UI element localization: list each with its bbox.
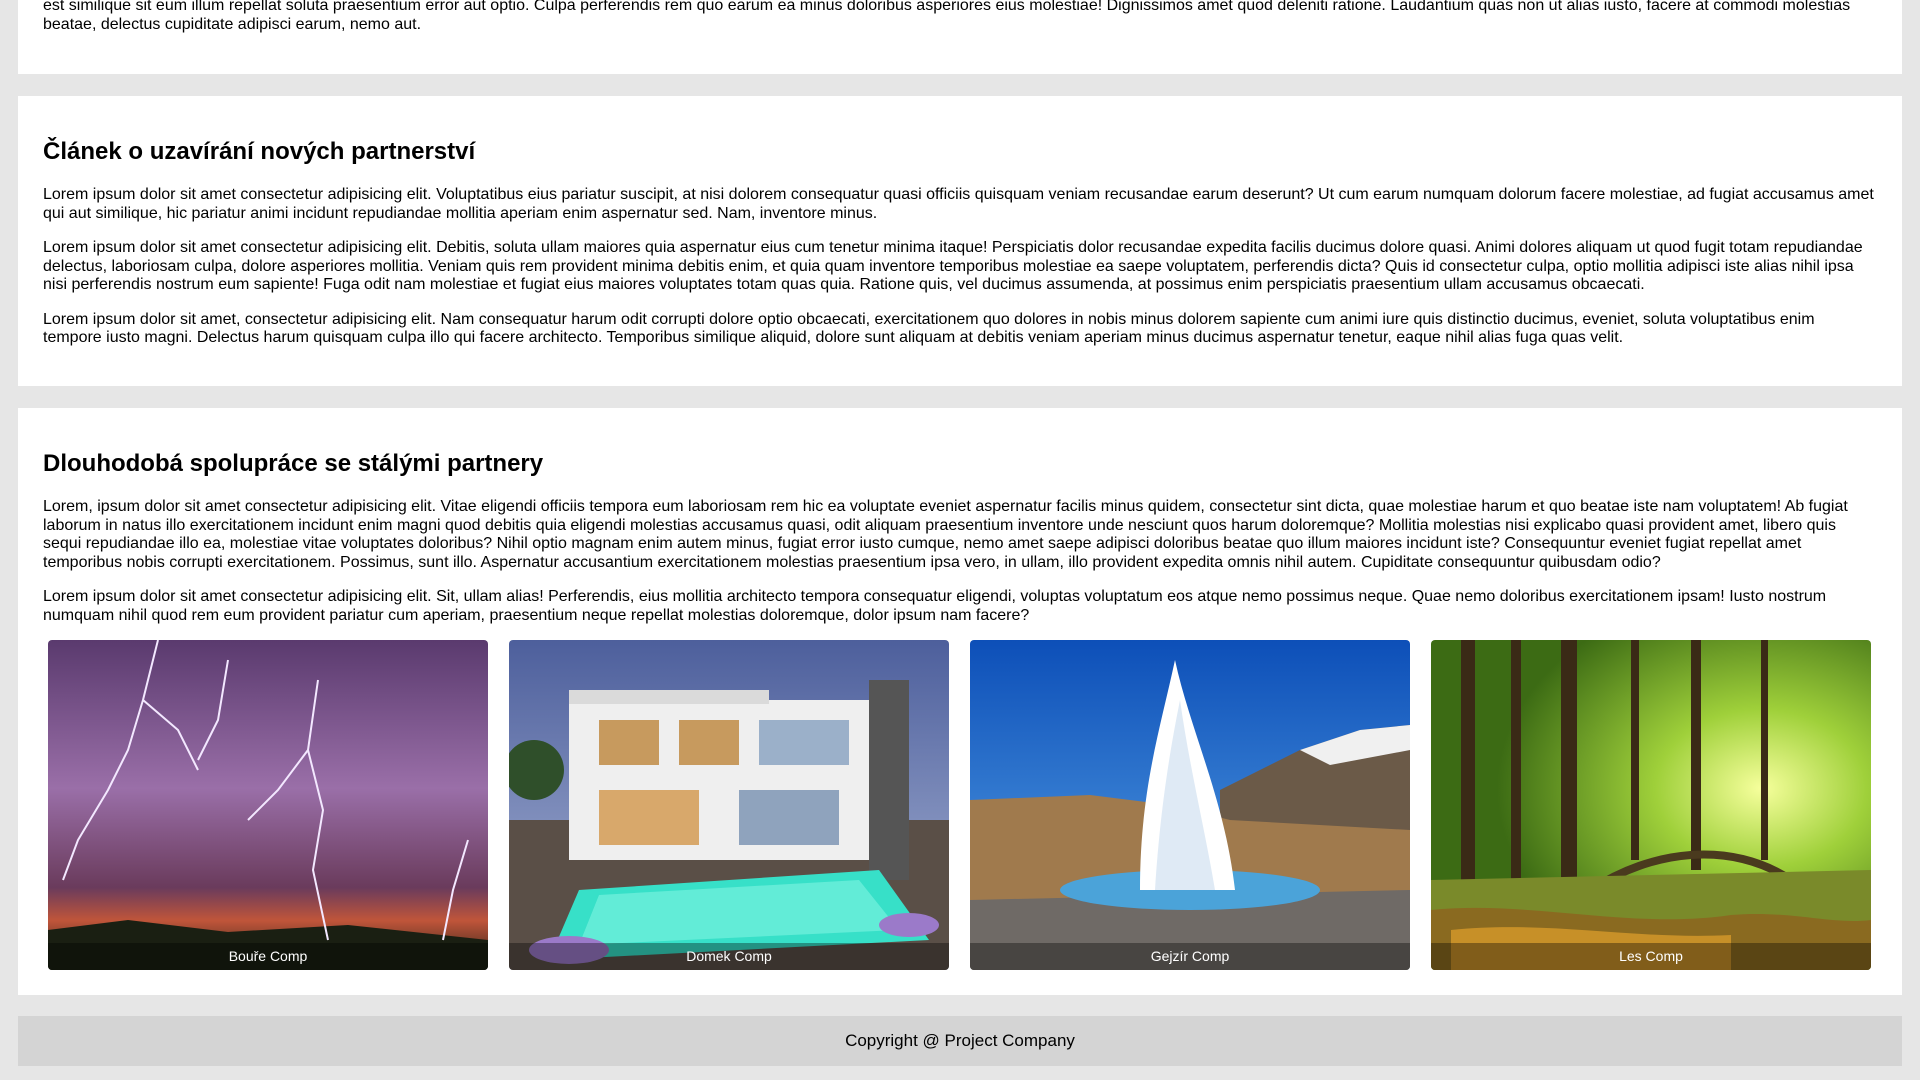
lightning-storm-image <box>48 640 488 970</box>
modern-house-image <box>509 640 949 970</box>
footer: Copyright @ Project Company <box>18 1016 1902 1066</box>
copyright-text: Copyright @ Project Company <box>845 1031 1075 1050</box>
article-partnerships: Článek o uzavírání nových partnerství Lo… <box>18 96 1902 386</box>
gallery-item-geyser[interactable]: Gejzír Comp <box>970 640 1410 970</box>
article-title: Dlouhodobá spolupráce se stálými partner… <box>43 450 544 477</box>
article-paragraph: Lorem ipsum dolor sit amet, consectetur … <box>43 310 1815 347</box>
article-title: Článek o uzavírání nových partnerství <box>43 138 476 165</box>
gallery-item-house[interactable]: Domek Comp <box>509 640 949 970</box>
top-paragraph: est similique sit eum illum repellat sol… <box>43 0 1851 33</box>
gallery-caption: Gejzír Comp <box>970 943 1410 970</box>
geyser-image <box>970 640 1410 970</box>
gallery-caption: Les Comp <box>1431 943 1871 970</box>
article-paragraph: Lorem, ipsum dolor sit amet consectetur … <box>43 498 1848 571</box>
article-long-term-cooperation: Dlouhodobá spolupráce se stálými partner… <box>18 408 1902 995</box>
gallery-caption: Domek Comp <box>509 943 949 970</box>
gallery-caption: Bouře Comp <box>48 943 488 970</box>
image-gallery: Bouře Comp Domek Comp Gejzír Comp Les Co… <box>48 640 1871 970</box>
article-paragraph: Lorem ipsum dolor sit amet consectetur a… <box>43 239 1863 293</box>
gallery-item-storm[interactable]: Bouře Comp <box>48 640 488 970</box>
article-paragraph: Lorem ipsum dolor sit amet consectetur a… <box>43 186 1874 222</box>
article-paragraph: Lorem ipsum dolor sit amet consectetur a… <box>43 588 1827 624</box>
gallery-item-forest[interactable]: Les Comp <box>1431 640 1871 970</box>
top-section: est similique sit eum illum repellat sol… <box>18 0 1902 74</box>
forest-image <box>1431 640 1871 970</box>
